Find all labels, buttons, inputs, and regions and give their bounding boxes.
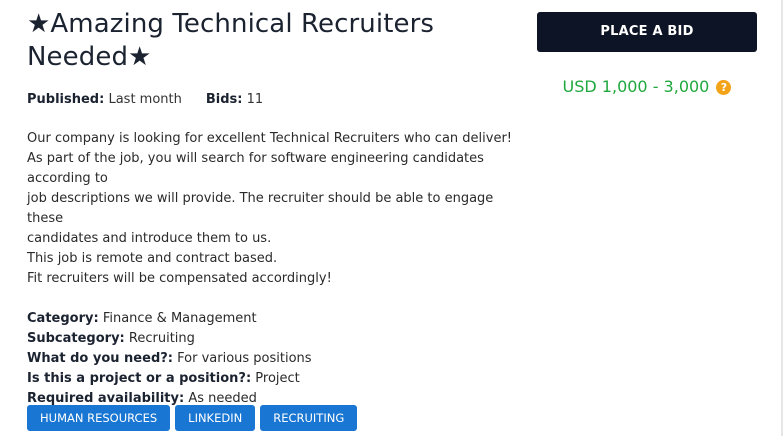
- tag-recruiting[interactable]: RECRUITING: [260, 405, 358, 431]
- detail-value: Project: [255, 371, 300, 386]
- description-line: candidates and introduce them to us.: [27, 231, 272, 246]
- detail-label: Is this a project or a position?:: [27, 371, 252, 386]
- description-line: This job is remote and contract based.: [27, 251, 278, 266]
- place-bid-button[interactable]: PLACE A BID: [537, 12, 757, 52]
- tag-linkedin[interactable]: LINKEDIN: [175, 405, 256, 431]
- detail-value: Recruiting: [128, 331, 195, 346]
- job-title-line-2: Needed★: [27, 42, 152, 72]
- detail-value: For various positions: [177, 351, 312, 366]
- detail-need: What do you need?: For various positions: [27, 349, 532, 369]
- detail-subcategory: Subcategory: Recruiting: [27, 329, 532, 349]
- bids-count: 11: [246, 92, 264, 107]
- detail-value: As needed: [188, 391, 257, 406]
- description-line: As part of the job, you will search for …: [27, 151, 484, 186]
- bids-info: Bids: 11: [206, 92, 263, 107]
- job-page: ★Amazing Technical Recruiters Needed★ Pu…: [0, 0, 783, 436]
- published-label: Published:: [27, 92, 105, 107]
- description-line: job descriptions we will provide. The re…: [27, 191, 494, 226]
- detail-value: Finance & Management: [102, 311, 257, 326]
- detail-label: Category:: [27, 311, 99, 326]
- job-description: Our company is looking for excellent Tec…: [27, 129, 532, 289]
- published-info: Published: Last month: [27, 92, 182, 107]
- budget-range: USD 1,000 - 3,000 ?: [537, 77, 757, 96]
- budget-value: USD 1,000 - 3,000: [562, 77, 710, 96]
- detail-label: Subcategory:: [27, 331, 125, 346]
- tag-human-resources[interactable]: HUMAN RESOURCES: [27, 405, 171, 431]
- description-line: Fit recruiters will be compensated accor…: [27, 271, 332, 286]
- job-main: ★Amazing Technical Recruiters Needed★ Pu…: [27, 8, 532, 429]
- detail-label: What do you need?:: [27, 351, 173, 366]
- detail-label: Required availability:: [27, 391, 185, 406]
- skill-tags: HUMAN RESOURCES LINKEDIN RECRUITING: [27, 405, 362, 431]
- job-title: ★Amazing Technical Recruiters Needed★: [27, 8, 532, 74]
- bids-label: Bids:: [205, 92, 243, 107]
- published-value: Last month: [108, 92, 182, 107]
- detail-category: Category: Finance & Management: [27, 309, 532, 329]
- description-line: Our company is looking for excellent Tec…: [27, 131, 512, 146]
- job-title-line-1: ★Amazing Technical Recruiters: [27, 9, 435, 39]
- question-circle-icon[interactable]: ?: [716, 80, 732, 95]
- job-meta: Published: Last month Bids: 11: [27, 92, 532, 107]
- detail-project-or-position: Is this a project or a position?: Projec…: [27, 369, 532, 389]
